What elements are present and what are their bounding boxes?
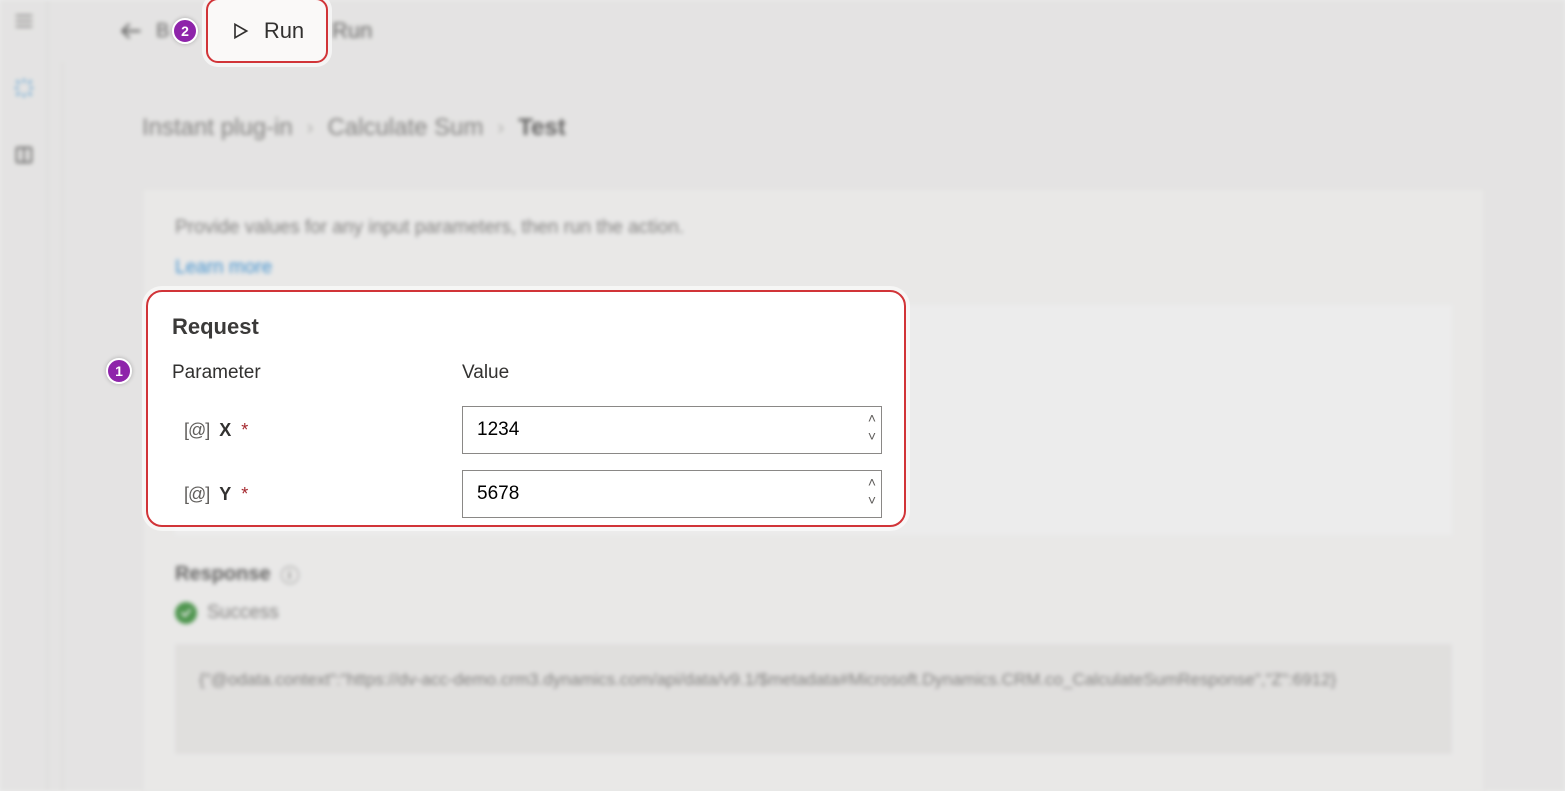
breadcrumb: Instant plug-in › Calculate Sum › Test: [142, 114, 566, 142]
run-button-label: Run: [264, 18, 304, 44]
param-label-x: [@] X *: [172, 406, 462, 454]
info-icon[interactable]: i: [281, 566, 299, 584]
stepper-up-icon[interactable]: ˄: [868, 410, 876, 426]
callout-request: Request Parameter Value [@] X * ˄ ˅ [@] Y…: [146, 290, 906, 527]
col-parameter: Parameter: [172, 356, 462, 390]
success-check-icon: [175, 602, 197, 624]
response-status-row: Success: [175, 602, 1452, 624]
learn-more-link[interactable]: Learn more: [175, 257, 272, 279]
response-status: Success: [207, 602, 279, 624]
book-icon[interactable]: [13, 144, 35, 171]
vertical-divider: [62, 62, 63, 791]
left-rail: [0, 0, 48, 791]
back-arrow-icon[interactable]: [118, 18, 144, 44]
annotation-badge-1: 1: [106, 358, 132, 384]
callout-run-button[interactable]: Run: [206, 0, 328, 63]
back-label: B: [156, 20, 169, 43]
stepper-down-icon[interactable]: ˅: [868, 428, 876, 444]
play-icon: [230, 21, 250, 41]
plugin-icon[interactable]: [13, 77, 35, 104]
col-value: Value: [462, 356, 892, 390]
param-y-input[interactable]: [462, 470, 882, 518]
breadcrumb-current: Test: [518, 114, 566, 142]
chevron-right-icon: ›: [498, 117, 505, 140]
response-title: Response: [175, 563, 271, 586]
breadcrumb-item[interactable]: Calculate Sum: [327, 114, 483, 142]
help-text: Provide values for any input parameters,…: [175, 217, 1452, 239]
hamburger-icon[interactable]: [13, 10, 35, 37]
stepper-down-icon[interactable]: ˅: [868, 492, 876, 508]
response-body: {"@odata.context":"https://dv-acc-demo.c…: [175, 644, 1452, 754]
param-x-input[interactable]: [462, 406, 882, 454]
param-label-y: [@] Y *: [172, 470, 462, 518]
response-section: Response i Success {"@odata.context":"ht…: [175, 563, 1452, 754]
request-title: Request: [172, 314, 880, 340]
breadcrumb-item[interactable]: Instant plug-in: [142, 114, 293, 142]
annotation-badge-2: 2: [172, 18, 198, 44]
at-icon: [@]: [184, 484, 209, 505]
chevron-right-icon: ›: [307, 117, 314, 140]
stepper-up-icon[interactable]: ˄: [868, 474, 876, 490]
run-button-label: Run: [332, 18, 372, 44]
at-icon: [@]: [184, 420, 209, 441]
